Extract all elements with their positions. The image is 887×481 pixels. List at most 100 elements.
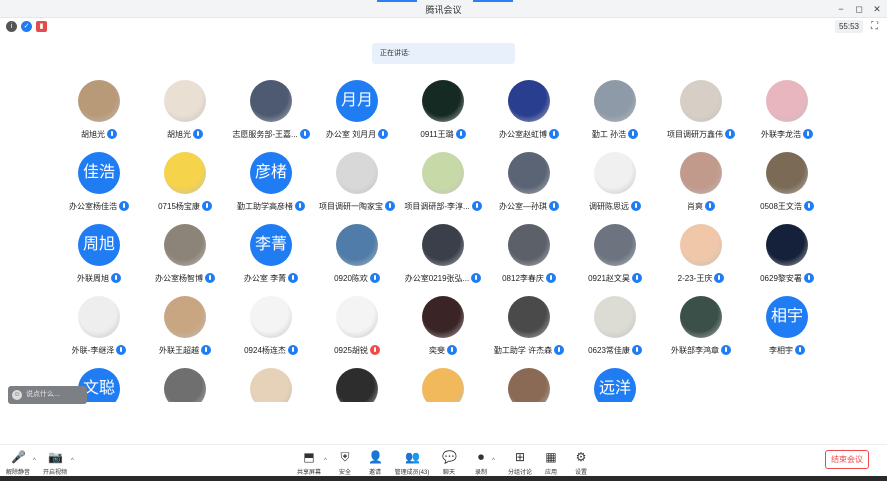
participant-name-row: 办公室杨佳浩 [56,200,142,212]
participant-tile[interactable]: 办公室杨智博 [142,224,228,294]
fullscreen-icon[interactable]: ⛶ [868,20,881,33]
chat-button[interactable]: 💬 聊天 [440,450,458,478]
participant-name-row: 勤工助学高彦楮 [228,200,314,212]
window-title: 腾讯会议 [425,5,462,15]
minimize-icon[interactable]: − [834,2,848,16]
participant-name: 0623常佳康 [588,345,630,355]
mic-icon [803,273,814,283]
participant-tile[interactable]: 外联李龙浩 [744,80,830,150]
record-button[interactable]: ⏺ 录制 [472,450,490,478]
manage-members-button[interactable]: 👥 管理成员(43) [394,450,430,478]
participant-name: 外联李龙浩 [761,129,801,139]
avatar [766,80,808,122]
participant-tile[interactable]: 彦楮 勤工助学高彦楮 [228,152,314,222]
chevron-up-icon[interactable]: ^ [324,458,327,464]
participant-tile[interactable]: 志愿服务部-王嘉... [228,80,314,150]
participant-name: 0924杨连杰 [244,345,286,355]
mic-icon [385,201,395,211]
chevron-up-icon[interactable]: ^ [33,458,36,464]
participant-tile[interactable]: 周旭 外联周旭 [56,224,142,294]
participant-tile[interactable]: 0623常佳康 [572,296,658,366]
participant-name-row: 办公室赵虹博 [486,128,572,140]
participant-tile[interactable]: 0812李春庆 [486,224,572,294]
participant-tile[interactable]: 李菁 办公室 李菁 [228,224,314,294]
invite-button[interactable]: 👤 邀请 [366,450,384,478]
participant-tile[interactable]: 项目调研万鑫伟 [658,80,744,150]
participant-tile[interactable]: 项目调研一陶家宝 [314,152,400,222]
participant-tile[interactable] [400,368,486,402]
unmute-button[interactable]: 🎤 解除静音 [4,450,32,478]
mic-icon [201,201,212,211]
participant-tile[interactable]: 月月 办公室 刘月月 [314,80,400,150]
participant-tile[interactable]: 佳浩 办公室杨佳浩 [56,152,142,222]
participant-tile[interactable]: 相宇 李相宇 [744,296,830,366]
avatar: 周旭 [78,224,120,266]
security-button[interactable]: ⛨ 安全 [336,450,354,478]
apps-button[interactable]: ▦ 应用 [542,450,560,478]
chat-input[interactable]: ☺ 说点什么... [8,386,87,404]
mic-icon [549,129,559,139]
video-button[interactable]: 📷 开启视频 [40,450,70,478]
participant-tile[interactable] [142,368,228,402]
avatar [164,296,206,338]
share-screen-button[interactable]: ⬒ 共享屏幕 [296,450,322,478]
participant-tile[interactable]: 肖爽 [658,152,744,222]
mic-icon [628,129,639,139]
participant-tile[interactable]: 外联王超越 [142,296,228,366]
participant-tile[interactable]: 勤工 孙浩 [572,80,658,150]
signal-icon[interactable]: ▮ [36,21,47,32]
participant-tile[interactable]: 0911王璐 [400,80,486,150]
participant-name: 调研陈思远 [589,201,629,211]
gear-icon: ⚙ [575,450,587,464]
avatar [594,296,636,338]
mic-icon [447,345,457,355]
participant-name: 肖爽 [687,201,703,211]
participant-tile[interactable]: 胡旭光 [56,80,142,150]
participant-tile[interactable]: 0925胡锐 [314,296,400,366]
participant-tile[interactable]: 办公室—孙琪 [486,152,572,222]
record-label: 录制 [474,470,487,476]
participant-tile[interactable]: 0921赵文昊 [572,224,658,294]
participant-tile[interactable]: 0629黎安署 [744,224,830,294]
avatar [336,368,378,402]
info-icon[interactable]: i [6,21,17,32]
settings-button[interactable]: ⚙ 设置 [572,450,590,478]
mic-icon [795,345,805,355]
chevron-up-icon[interactable]: ^ [492,458,495,464]
avatar [594,80,636,122]
participant-tile[interactable]: 0924杨连杰 [228,296,314,366]
participant-tile[interactable]: 远洋 [572,368,658,402]
participant-name: 项目调研部-李淳... [404,201,470,211]
participant-tile[interactable] [228,368,314,402]
chevron-up-icon[interactable]: ^ [71,458,74,464]
participant-tile[interactable]: 勤工助学 许杰森 [486,296,572,366]
participant-tile[interactable]: 外联-李继泽 [56,296,142,366]
participant-tile[interactable] [314,368,400,402]
mic-icon [721,345,731,355]
shield-icon[interactable]: ✓ [21,21,32,32]
breakout-button[interactable]: ⊞ 分组讨论 [506,450,534,478]
mic-icon [631,201,641,211]
participant-tile[interactable]: 0920陈欢 [314,224,400,294]
participant-tile[interactable] [486,368,572,402]
participant-name-row: 0508王文浩 [744,200,830,212]
participant-tile[interactable]: 2-23-王庆 [658,224,744,294]
participant-tile[interactable]: 办公室赵虹博 [486,80,572,150]
close-icon[interactable]: ✕ [870,2,884,16]
end-meeting-button[interactable]: 结束会议 [825,450,869,469]
participant-tile[interactable]: 外联部李鸿章 [658,296,744,366]
participant-tile[interactable]: 奕斐 [400,296,486,366]
participant-name: 外联周旭 [77,273,109,283]
participant-tile[interactable]: 0715杨宝康 [142,152,228,222]
participant-tile[interactable]: 项目调研部-李淳... [400,152,486,222]
participant-tile[interactable]: 胡旭光 [142,80,228,150]
participant-tile[interactable]: 0508王文浩 [744,152,830,222]
participant-name-row: 办公室0219张弘... [400,272,486,284]
shield-icon: ⛨ [340,450,350,464]
emoji-icon[interactable]: ☺ [12,390,22,400]
participant-name-row: 项目调研一陶家宝 [314,200,400,212]
participant-name-row: 办公室 刘月月 [314,128,400,140]
maximize-icon[interactable]: ◻ [852,2,866,16]
participant-tile[interactable]: 调研陈思远 [572,152,658,222]
participant-tile[interactable]: 办公室0219张弘... [400,224,486,294]
